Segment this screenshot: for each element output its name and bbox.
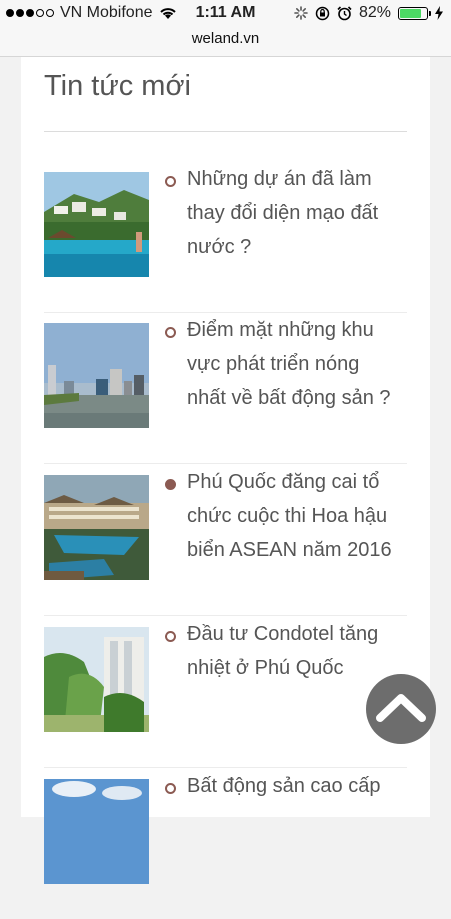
bullet-icon (165, 783, 176, 794)
status-right: 82% (294, 4, 443, 22)
status-bar: VN Mobifone 1:11 AM 82% (0, 0, 451, 28)
battery-percent: 82% (358, 4, 391, 21)
news-thumbnail[interactable] (44, 172, 149, 277)
news-thumbnail[interactable] (44, 627, 149, 732)
news-title[interactable]: Những dự án đã làm thay đổi diện mạo đất… (187, 162, 402, 264)
bullet-icon (165, 631, 176, 642)
section-title: Tin tức mới (44, 70, 191, 102)
news-title[interactable]: Phú Quốc đăng cai tổ chức cuộc thi Hoa h… (187, 465, 402, 567)
news-item[interactable]: Phú Quốc đăng cai tổ chức cuộc thi Hoa h… (44, 471, 407, 616)
battery-icon (398, 6, 431, 20)
chevron-up-icon (376, 694, 426, 722)
news-item[interactable]: Đầu tư Condotel tăng nhiệt ở Phú Quốc (44, 623, 407, 768)
charging-bolt-icon (435, 6, 443, 20)
news-item[interactable]: Điểm mặt những khu vực phát triển nóng n… (44, 319, 407, 464)
scroll-to-top-button[interactable] (366, 674, 436, 744)
news-title[interactable]: Bất động sản cao cấp (187, 769, 402, 803)
news-thumbnail[interactable] (44, 779, 149, 884)
bullet-icon (165, 176, 176, 187)
address-bar[interactable]: weland.vn (0, 28, 451, 57)
news-item[interactable]: Những dự án đã làm thay đổi diện mạo đất… (44, 168, 407, 313)
rotation-lock-icon (315, 6, 330, 20)
loading-spinner-icon (294, 6, 308, 20)
news-item[interactable]: Bất động sản cao cấp (44, 775, 407, 919)
bullet-icon (165, 327, 176, 338)
news-thumbnail[interactable] (44, 475, 149, 580)
bullet-icon (165, 479, 176, 490)
news-thumbnail[interactable] (44, 323, 149, 428)
title-divider (44, 131, 407, 132)
url-text[interactable]: weland.vn (0, 30, 451, 47)
alarm-icon (337, 5, 352, 20)
news-title[interactable]: Điểm mặt những khu vực phát triển nóng n… (187, 313, 402, 415)
